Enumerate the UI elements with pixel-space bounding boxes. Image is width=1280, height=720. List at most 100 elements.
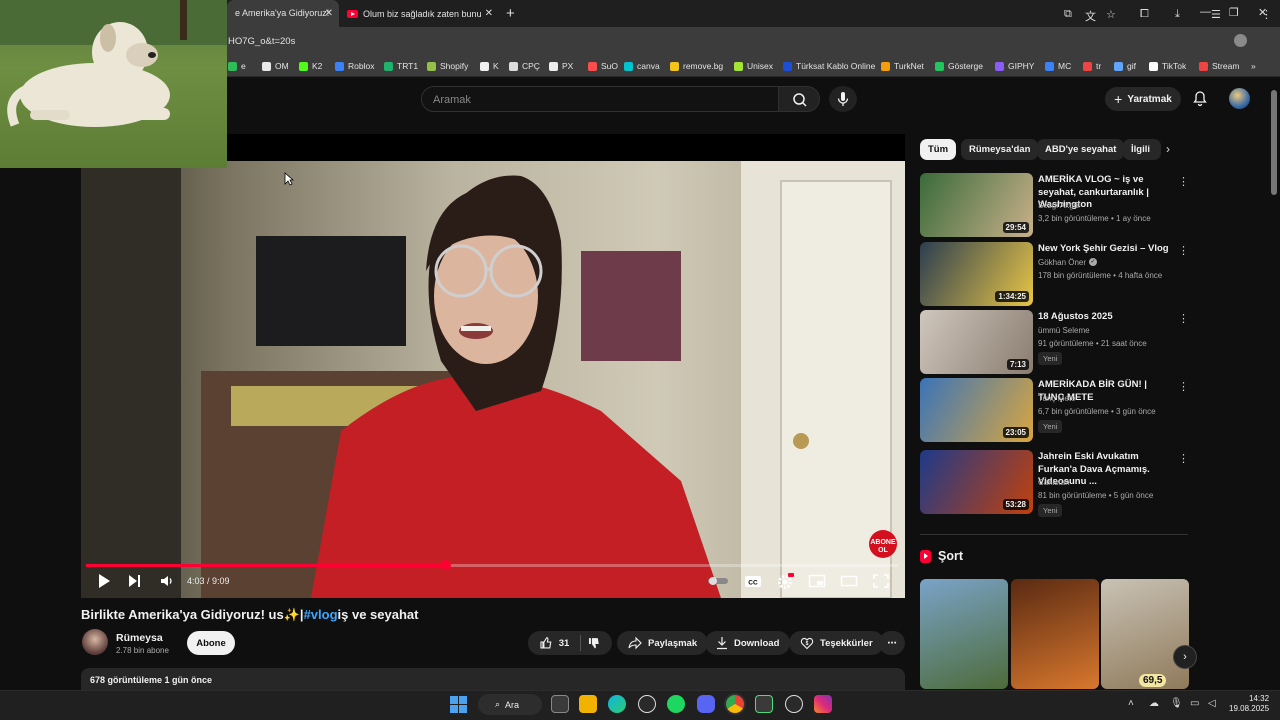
video-player[interactable] [81, 161, 905, 598]
channel-name[interactable]: Cahistan [1038, 478, 1070, 487]
bookmark-20[interactable]: TikTok [1149, 61, 1186, 71]
video-thumbnail[interactable]: 53:28 [920, 450, 1033, 514]
channel-name[interactable]: Rümeysa [116, 632, 163, 644]
video-thumbnail[interactable]: 1:34:25 [920, 242, 1033, 306]
miniplayer-icon[interactable] [808, 572, 826, 590]
related-video[interactable]: 7:13 18 Ağustos 2025 ümmü Seleme 91 görüntü… [920, 310, 1190, 374]
search-input[interactable]: Aramak [421, 86, 779, 112]
instagram-icon[interactable] [814, 695, 832, 713]
bookmark-5[interactable]: Shopify [427, 61, 468, 71]
taskbar-search[interactable]: ⌕ Ara [478, 694, 542, 715]
hashtag-link[interactable]: #vlog [304, 607, 338, 622]
account-avatar[interactable] [1229, 88, 1250, 109]
thumbs-up-icon[interactable] [539, 636, 553, 650]
notifications-bell-icon[interactable] [1192, 90, 1208, 107]
more-options-icon[interactable]: ⋮ [1178, 175, 1189, 188]
bookmark-18[interactable]: tr [1083, 61, 1101, 71]
translate-icon[interactable]: 文 [1085, 8, 1096, 24]
chip-from-channel[interactable]: Rümeysa'dan [961, 139, 1039, 160]
create-button[interactable]: + Yaratmak [1105, 87, 1181, 111]
picture-in-picture-dog[interactable] [0, 0, 227, 168]
volume-icon[interactable] [158, 572, 176, 590]
app-icon[interactable] [785, 695, 803, 713]
bookmark-9[interactable]: SuO [588, 61, 618, 71]
channel-name[interactable]: Sezgi Akgül [1038, 201, 1080, 210]
download-button[interactable]: Download [705, 631, 791, 655]
minimize-icon[interactable]: — [1200, 6, 1211, 18]
volume-icon[interactable]: ◁ [1208, 698, 1216, 709]
chevron-right-icon[interactable]: › [1166, 142, 1170, 156]
related-video[interactable]: 23:05 AMERİKADA BİR GÜN! | TUNÇ METE Tunç … [920, 378, 1190, 442]
bookmark-10[interactable]: canva [624, 61, 660, 71]
bookmark-14[interactable]: TurkNet [881, 61, 924, 71]
bookmark-4[interactable]: TRT1 [384, 61, 418, 71]
channel-avatar[interactable] [82, 629, 108, 655]
file-explorer-icon[interactable] [579, 695, 597, 713]
subscribe-watermark[interactable]: ABONE OL [869, 530, 897, 558]
bookmark-16[interactable]: GIPHY [995, 61, 1034, 71]
network-icon[interactable]: ▭ [1190, 698, 1199, 709]
windows-start-icon[interactable] [450, 696, 467, 713]
related-video[interactable]: 1:34:25 New York Şehir Gezisi – Vlog Gökha… [920, 242, 1190, 306]
download-icon[interactable]: ⤓ [1175, 8, 1180, 21]
captions-icon[interactable]: CC [744, 572, 762, 590]
description-box[interactable]: 678 görüntüleme 1 gün önce [81, 668, 905, 690]
thumbs-down-icon[interactable] [587, 636, 601, 650]
subscribe-button[interactable]: Abone [187, 631, 235, 655]
restore-icon[interactable]: ❐ [1229, 6, 1239, 19]
cast-icon[interactable]: ⧉ [1064, 8, 1072, 21]
voice-search-button[interactable] [829, 86, 857, 112]
bookmark-7[interactable]: CPÇ [509, 61, 540, 71]
bookmark-0[interactable]: e [228, 61, 246, 71]
bookmark-11[interactable]: remove.bg [670, 61, 723, 71]
share-button[interactable]: Paylaşmak [617, 631, 709, 655]
video-thumbnail[interactable]: 23:05 [920, 378, 1033, 442]
shorts-next-button[interactable]: › [1173, 645, 1197, 669]
chrome-icon[interactable] [726, 695, 744, 713]
bookmarks-overflow-icon[interactable]: » [1251, 61, 1256, 71]
extensions-icon[interactable]: ⧠ [1140, 8, 1149, 21]
short-thumbnail[interactable]: 69,5 [1101, 579, 1189, 689]
tab-current-video[interactable]: e Amerika'ya Gidiyoruz! us ✨|# ✕ [227, 0, 339, 27]
chip-all[interactable]: Tüm [920, 139, 957, 160]
autoplay-toggle-icon[interactable] [706, 572, 730, 590]
progress-scrubber[interactable] [441, 560, 451, 570]
video-title[interactable]: New York Şehir Gezisi – Vlog [1038, 243, 1174, 256]
media-controls-icon[interactable]: ☰ [1211, 8, 1221, 21]
play-icon[interactable] [96, 572, 112, 590]
page-scrollbar[interactable] [1271, 90, 1277, 195]
short-thumbnail[interactable] [920, 579, 1008, 689]
like-count[interactable]: 31 [559, 638, 570, 649]
next-icon[interactable] [127, 572, 143, 590]
edge-browser-icon[interactable] [608, 695, 626, 713]
related-video[interactable]: 29:54 AMERİKA VLOG ~ iş ve seyahat, canku… [920, 173, 1190, 237]
bookmark-12[interactable]: Unisex [734, 61, 773, 71]
theater-mode-icon[interactable] [840, 572, 858, 590]
profile-icon[interactable] [1234, 34, 1247, 47]
channel-name[interactable]: Tunç Mete [1038, 394, 1076, 403]
bookmark-19[interactable]: gif [1114, 61, 1136, 71]
more-options-icon[interactable]: ⋮ [1178, 312, 1189, 325]
related-video[interactable]: 53:28 Jahrein Eski Avukatım Furkan'a Dava… [920, 450, 1190, 517]
bookmark-13[interactable]: Türksat Kablo Online [783, 61, 875, 71]
bookmark-15[interactable]: Gösterge [935, 61, 983, 71]
task-view-icon[interactable] [551, 695, 569, 713]
chatgpt-icon[interactable] [638, 695, 656, 713]
more-options-icon[interactable]: ⋮ [1178, 380, 1189, 393]
system-clock[interactable]: 14:32 19.08.2025 [1229, 694, 1269, 714]
discord-icon[interactable] [697, 695, 715, 713]
thanks-button[interactable]: $ Teşekkürler [789, 631, 884, 655]
video-thumbnail[interactable]: 7:13 [920, 310, 1033, 374]
close-icon[interactable]: ✕ [325, 8, 333, 19]
microphone-icon[interactable]: 🎙 [1170, 698, 1183, 709]
more-options-icon[interactable]: ⋮ [1178, 244, 1189, 257]
short-thumbnail[interactable] [1011, 579, 1099, 689]
more-actions-button[interactable]: ⋯ [879, 631, 905, 655]
search-button[interactable] [778, 86, 820, 112]
chip-usa-travel[interactable]: ABD'ye seyahat [1037, 139, 1125, 160]
close-icon[interactable]: ✕ [485, 8, 493, 19]
new-tab-icon[interactable]: + [506, 5, 515, 22]
channel-name[interactable]: Gökhan Öner ✓ [1038, 258, 1098, 267]
fullscreen-icon[interactable] [872, 572, 890, 590]
chip-related[interactable]: İlgili [1123, 139, 1161, 160]
